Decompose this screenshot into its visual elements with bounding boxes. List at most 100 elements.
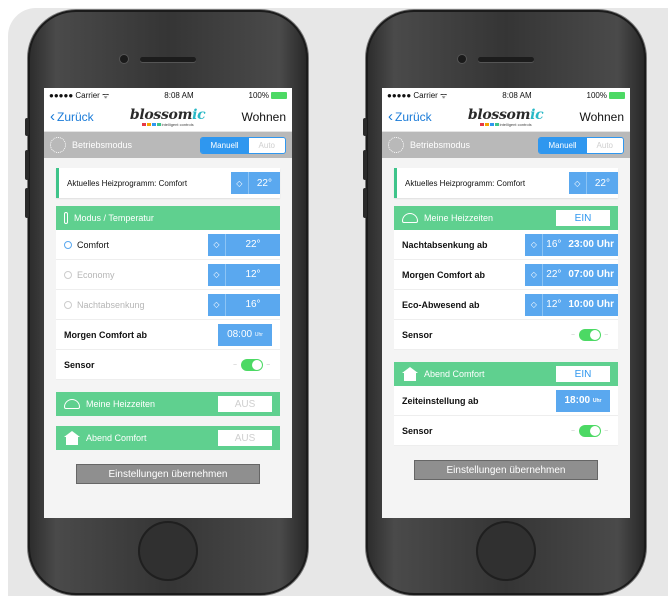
battery-indicator: 100% (587, 91, 625, 100)
status-time: 8:08 AM (164, 90, 194, 100)
time-value[interactable]: 07:00 Uhr (564, 263, 618, 286)
up-down-chevron-icon[interactable]: ◇ (208, 233, 226, 256)
house-icon (402, 367, 418, 381)
phone-left: ●●●●● Carrier ᯤ 8:08 AM 100% ‹ Zurück blo… (25, 10, 308, 595)
up-down-chevron-icon[interactable]: ◇ (568, 172, 587, 194)
temp-value[interactable]: 16° (543, 233, 565, 256)
app-logo: blossomic intelligent controls (129, 106, 206, 127)
up-down-chevron-icon[interactable]: ◇ (230, 172, 249, 194)
app-logo: blossomic intelligent controls (467, 106, 544, 127)
room-title: Wohnen (579, 109, 624, 124)
mode-segmented-control: Manuell Auto (199, 136, 286, 154)
list-item[interactable]: Nachtabsenkung ab ◇ 16° 23:00 Uhr (394, 230, 618, 260)
speaker-grille (478, 57, 534, 62)
mode-segmented-control: Manuell Auto (537, 136, 624, 154)
sensor-toggle[interactable]: – – (571, 328, 608, 341)
time-value[interactable]: 23:00 Uhr (564, 233, 618, 256)
radio-icon (64, 271, 72, 280)
current-program-label: Aktuelles Heizprogramm: Comfort (67, 178, 188, 188)
time-value[interactable]: 10:00 Uhr (564, 293, 618, 316)
screen-left: ●●●●● Carrier ᯤ 8:08 AM 100% ‹ Zurück blo… (44, 88, 292, 518)
section-abend-comfort: Abend Comfort AUS (56, 426, 280, 450)
back-button[interactable]: ‹ Zurück (50, 109, 94, 124)
sensor-toggle[interactable]: – – (571, 424, 608, 437)
zeiteinstellung-row: Zeiteinstellung ab 18:00 Uhr (394, 386, 618, 416)
nav-bar: ‹ Zurück blossomic intelligent controls W… (382, 102, 630, 132)
up-down-chevron-icon[interactable]: ◇ (525, 263, 544, 286)
up-down-chevron-icon[interactable]: ◇ (208, 263, 226, 286)
mode-bar: Betriebsmodus Manuell Auto (44, 132, 292, 158)
mode-manual-button[interactable]: Manuell (200, 137, 249, 153)
room-title: Wohnen (241, 109, 286, 124)
back-button[interactable]: ‹ Zurück (388, 109, 432, 124)
list-item[interactable]: Nachtabsenkung ◇ 16° (56, 290, 280, 320)
sensor-row: Sensor – – (394, 320, 618, 350)
status-bar: ●●●●● Carrier ᯤ 8:08 AM 100% (44, 88, 292, 102)
speaker-grille (140, 57, 196, 62)
thermometer-icon (64, 212, 68, 224)
home-button[interactable] (138, 521, 198, 581)
abend-toggle[interactable]: EIN (556, 366, 610, 382)
temp-value[interactable]: 16° (226, 293, 280, 316)
cloud-icon (402, 213, 418, 223)
list-item[interactable]: Economy ◇ 12° (56, 260, 280, 290)
apply-settings-button[interactable]: Einstellungen übernehmen (76, 464, 260, 484)
apply-settings-button[interactable]: Einstellungen übernehmen (414, 460, 598, 480)
section-mode-temperature: Modus / Temperatur (56, 206, 280, 230)
camera-icon (120, 55, 128, 63)
section-title: Modus / Temperatur (74, 213, 154, 223)
heizzeiten-toggle[interactable]: EIN (556, 210, 610, 226)
status-time: 8:08 AM (502, 90, 532, 100)
radio-icon (64, 301, 72, 310)
sensor-row: Sensor – – (394, 416, 618, 446)
time-value[interactable]: 08:00 Uhr (218, 323, 272, 346)
gear-icon (50, 137, 66, 153)
battery-icon (271, 91, 287, 99)
home-button[interactable] (476, 521, 536, 581)
status-bar: ●●●●● Carrier ᯤ 8:08 AM 100% (382, 88, 630, 102)
camera-icon (458, 55, 466, 63)
gear-icon (388, 137, 404, 153)
sensor-row: Sensor – – (56, 350, 280, 380)
battery-indicator: 100% (249, 91, 287, 100)
chevron-left-icon: ‹ (388, 108, 393, 125)
list-item[interactable]: Comfort ◇ 22° (56, 230, 280, 260)
morning-comfort-row: Morgen Comfort ab 08:00 Uhr (56, 320, 280, 350)
current-temp-value[interactable]: 22° (586, 172, 618, 194)
temp-value[interactable]: 12° (543, 293, 565, 316)
list-item[interactable]: Eco-Abwesend ab ◇ 12° 10:00 Uhr (394, 290, 618, 320)
section-abend-comfort: Abend Comfort EIN (394, 362, 618, 386)
mode-label: Betriebsmodus (410, 140, 471, 150)
abend-toggle[interactable]: AUS (218, 430, 272, 446)
screen-right: ●●●●● Carrier ᯤ 8:08 AM 100% ‹ Zurück blo… (382, 88, 630, 518)
carrier-label: ●●●●● Carrier ᯤ (49, 90, 110, 100)
up-down-chevron-icon[interactable]: ◇ (525, 293, 544, 316)
battery-icon (609, 91, 625, 99)
chevron-left-icon: ‹ (50, 108, 55, 125)
temp-value[interactable]: 12° (226, 263, 280, 286)
mode-auto-button[interactable]: Auto (248, 137, 285, 153)
mode-manual-button[interactable]: Manuell (538, 137, 587, 153)
nav-bar: ‹ Zurück blossomic intelligent controls W… (44, 102, 292, 132)
mode-label: Betriebsmodus (72, 140, 133, 150)
phone-right: ●●●●● Carrier ᯤ 8:08 AM 100% ‹ Zurück blo… (363, 10, 646, 595)
heizzeiten-toggle[interactable]: AUS (218, 396, 272, 412)
section-heizzeiten: Meine Heizzeiten AUS (56, 392, 280, 416)
carrier-label: ●●●●● Carrier ᯤ (387, 90, 448, 100)
mode-bar: Betriebsmodus Manuell Auto (382, 132, 630, 158)
temp-value[interactable]: 22° (226, 233, 280, 256)
sensor-toggle[interactable]: – – (233, 358, 270, 371)
up-down-chevron-icon[interactable]: ◇ (208, 293, 226, 316)
cloud-icon (64, 399, 80, 409)
current-temp-value[interactable]: 22° (248, 172, 280, 194)
house-icon (64, 431, 80, 445)
mode-auto-button[interactable]: Auto (586, 137, 623, 153)
list-item[interactable]: Morgen Comfort ab ◇ 22° 07:00 Uhr (394, 260, 618, 290)
up-down-chevron-icon[interactable]: ◇ (525, 233, 544, 256)
current-program: Aktuelles Heizprogramm: Comfort ◇ 22° (394, 168, 618, 198)
current-program-label: Aktuelles Heizprogramm: Comfort (405, 178, 526, 188)
current-program: Aktuelles Heizprogramm: Comfort ◇ 22° (56, 168, 280, 198)
temp-value[interactable]: 22° (543, 263, 565, 286)
section-heizzeiten: Meine Heizzeiten EIN (394, 206, 618, 230)
time-value[interactable]: 18:00 Uhr (556, 389, 610, 412)
